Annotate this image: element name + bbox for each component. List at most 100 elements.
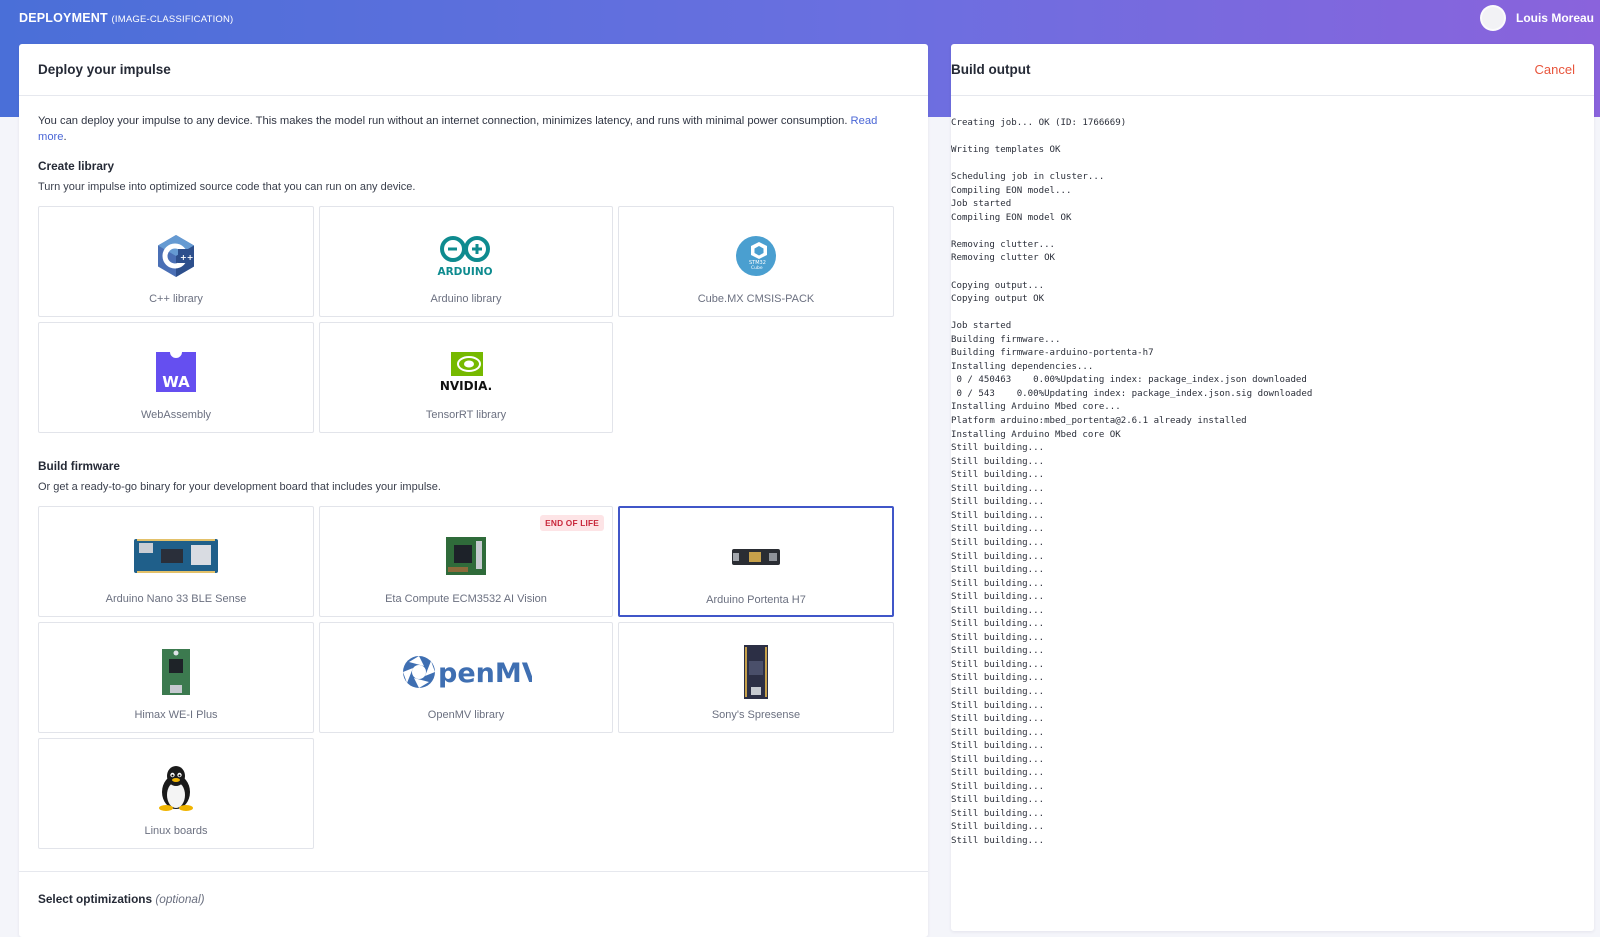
log-line: 0 / 450463 0.00%Updating index: package_… xyxy=(951,375,1307,386)
card-label: Cube.MX CMSIS-PACK xyxy=(697,293,815,305)
log-line: Still building... xyxy=(951,537,1045,548)
log-line: Still building... xyxy=(951,795,1045,806)
svg-text:WA: WA xyxy=(162,373,190,391)
build-log: Creating job... OK (ID: 1766669) Writing… xyxy=(951,98,1594,849)
spresense-board-icon xyxy=(744,645,768,699)
log-line: Compiling EON model OK xyxy=(951,212,1072,223)
card-himax-we-i-plus[interactable]: Himax WE-I Plus xyxy=(38,622,314,733)
portenta-board-icon xyxy=(732,549,780,565)
log-line: Still building... xyxy=(951,659,1045,670)
card-cpp-library[interactable]: ++ C++ library xyxy=(38,206,314,317)
optimizations-title-text: Select optimizations xyxy=(38,892,153,906)
log-line: Writing templates OK xyxy=(951,145,1061,156)
log-line: Installing Arduino Mbed core... xyxy=(951,402,1121,413)
log-line: Still building... xyxy=(951,808,1045,819)
log-line: Still building... xyxy=(951,835,1045,846)
optimizations-optional-text: (optional) xyxy=(155,892,205,906)
log-line: Still building... xyxy=(951,673,1045,684)
deploy-intro: You can deploy your impulse to any devic… xyxy=(38,115,878,143)
section-divider xyxy=(19,871,928,872)
svg-text:Cube: Cube xyxy=(751,265,763,271)
page-subtitle: (IMAGE-CLASSIFICATION) xyxy=(111,14,234,25)
webassembly-logo-icon: WA xyxy=(156,352,196,392)
avatar[interactable] xyxy=(1479,5,1506,31)
log-line: Still building... xyxy=(951,605,1045,616)
build-output-title: Build output xyxy=(951,62,1031,77)
create-library-title: Create library xyxy=(38,159,115,173)
card-sony-spresense[interactable]: Sony's Spresense xyxy=(618,622,894,733)
log-line: Still building... xyxy=(951,646,1045,657)
log-line: Scheduling job in cluster... xyxy=(951,172,1105,183)
log-line: Still building... xyxy=(951,578,1045,589)
log-line: Building firmware-arduino-portenta-h7 xyxy=(951,348,1154,359)
card-label: OpenMV library xyxy=(427,709,505,721)
card-cubemx-cmsis-pack[interactable]: STM32 Cube Cube.MX CMSIS-PACK xyxy=(618,206,894,317)
log-line: Platform arduino:mbed_portenta@2.6.1 alr… xyxy=(951,416,1247,427)
log-line: Still building... xyxy=(951,592,1045,603)
log-line: Compiling EON model... xyxy=(951,185,1072,196)
card-label: Arduino Portenta H7 xyxy=(706,594,806,606)
log-line: Still building... xyxy=(951,727,1045,738)
log-line: Still building... xyxy=(951,443,1045,454)
user-name: Louis Moreau xyxy=(1515,11,1594,25)
card-label: TensorRT library xyxy=(425,409,507,421)
svg-text:ARDUINO: ARDUINO xyxy=(437,266,492,278)
deploy-intro-text: You can deploy your impulse to any devic… xyxy=(38,115,848,127)
card-label: WebAssembly xyxy=(140,409,212,421)
log-line: Still building... xyxy=(951,714,1045,725)
create-library-desc: Turn your impulse into optimized source … xyxy=(38,181,416,193)
card-label: C++ library xyxy=(149,293,203,305)
card-eta-compute-ecm3532[interactable]: END OF LIFE Eta Compute ECM3532 AI Visio… xyxy=(319,506,613,617)
cpp-logo-icon: ++ xyxy=(158,235,194,277)
user-menu[interactable]: Louis Moreau xyxy=(1479,5,1594,31)
card-label: Eta Compute ECM3532 AI Vision xyxy=(385,593,547,605)
card-arduino-nano-33-ble-sense[interactable]: Arduino Nano 33 BLE Sense xyxy=(38,506,314,617)
log-line: Still building... xyxy=(951,686,1045,697)
deploy-panel-header: Deploy your impulse xyxy=(19,44,928,96)
log-line: Removing clutter... xyxy=(951,239,1056,250)
build-log-container[interactable]: Creating job... OK (ID: 1766669) Writing… xyxy=(951,98,1594,931)
end-of-life-badge: END OF LIFE xyxy=(540,515,604,531)
himax-board-icon xyxy=(162,649,190,695)
card-tensorrt-library[interactable]: NVIDIA. TensorRT library xyxy=(319,322,613,433)
log-line: Still building... xyxy=(951,456,1045,467)
eta-compute-board-icon xyxy=(446,537,486,575)
firmware-grid: Arduino Nano 33 BLE Sense END OF LIFE Et… xyxy=(38,506,909,849)
log-line: 0 / 543 0.00%Updating index: package_ind… xyxy=(951,388,1313,399)
log-line: Copying output... xyxy=(951,280,1045,291)
card-label: Himax WE-I Plus xyxy=(134,709,218,721)
log-line: Still building... xyxy=(951,565,1045,576)
card-arduino-portenta-h7[interactable]: Arduino Portenta H7 xyxy=(618,506,894,617)
arduino-nano-board-icon xyxy=(134,539,218,573)
log-line: Creating job... OK (ID: 1766669) xyxy=(951,118,1127,128)
card-linux-boards[interactable]: Linux boards xyxy=(38,738,314,849)
stm32-cube-logo-icon: STM32 Cube xyxy=(736,236,776,276)
card-label: Sony's Spresense xyxy=(711,709,801,721)
cancel-build-button[interactable]: Cancel xyxy=(1535,62,1575,77)
log-line: Still building... xyxy=(951,524,1045,535)
svg-text:NVIDIA.: NVIDIA. xyxy=(440,379,492,393)
card-label: Arduino Nano 33 BLE Sense xyxy=(105,593,247,605)
svg-text:penMV: penMV xyxy=(438,658,532,689)
page-title-text: DEPLOYMENT xyxy=(19,11,108,25)
card-arduino-library[interactable]: ARDUINO Arduino library xyxy=(319,206,613,317)
deploy-panel: Deploy your impulse You can deploy your … xyxy=(19,44,928,937)
linux-tux-icon xyxy=(159,766,193,811)
card-webassembly[interactable]: WA WebAssembly xyxy=(38,322,314,433)
log-line: Still building... xyxy=(951,822,1045,833)
log-line: Still building... xyxy=(951,741,1045,752)
select-optimizations-title: Select optimizations (optional) xyxy=(38,892,909,906)
openmv-logo-icon: penMV xyxy=(403,656,532,689)
log-line: Building firmware... xyxy=(951,334,1061,345)
library-grid: ++ C++ library ARDUINO Arduino library S… xyxy=(38,206,909,433)
log-line: Still building... xyxy=(951,632,1045,643)
arduino-logo-icon: ARDUINO xyxy=(437,236,493,278)
log-line: Still building... xyxy=(951,483,1045,494)
log-line: Installing Arduino Mbed core OK xyxy=(951,429,1121,440)
build-firmware-title: Build firmware xyxy=(38,459,120,473)
card-openmv-library[interactable]: penMV OpenMV library xyxy=(319,622,613,733)
